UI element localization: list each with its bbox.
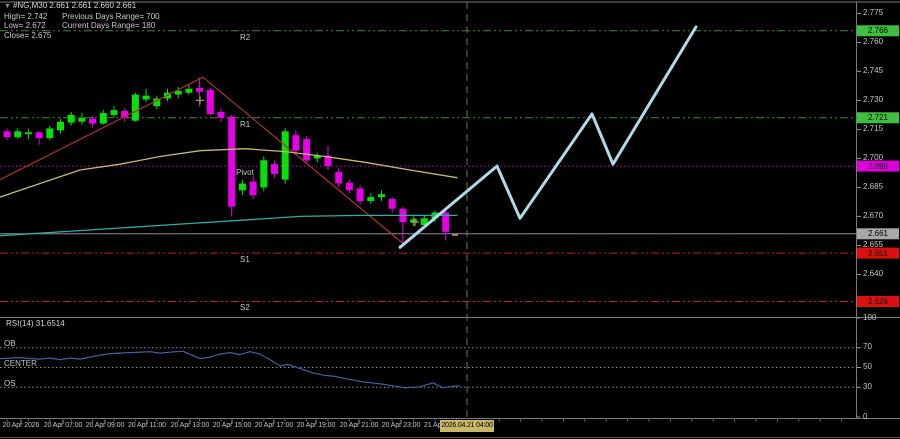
time-tick-label: 20 Apr 23:00 <box>381 421 421 429</box>
rsi-tick-label: 70 <box>863 342 872 352</box>
price-tick-label: 2.745 <box>863 65 884 75</box>
high-range-line: High= 2.742 Previous Days Range= 700 <box>4 12 160 22</box>
price-tick-label: 2.640 <box>863 268 884 278</box>
chart-info-overlay: ▼ #NG,M30 2.661 2.661 2.660 2.661 High= 2… <box>4 1 160 40</box>
rsi-tick-label: 30 <box>863 381 872 391</box>
close-line: Close= 2.675 <box>4 31 160 41</box>
price-tick-label: 2.670 <box>863 210 884 220</box>
curr-range-value: Current Days Range= 180 <box>62 21 156 30</box>
time-tick-label-clipped: 21 Ap <box>424 421 442 429</box>
chart-canvas[interactable] <box>0 0 900 439</box>
rsi-indicator-label: RSI(14) 31.6514 <box>6 319 65 328</box>
symbol-quote-text: #NG,M30 2.661 2.661 2.660 2.661 <box>12 1 137 10</box>
price-tick-label: 2.715 <box>863 123 884 133</box>
price-axis[interactable]: 2.775 2.760 2.745 2.730 2.715 2.700 2.685 2.670… <box>856 0 900 421</box>
time-cursor-label: 2026.04.21 04:00 <box>440 420 494 432</box>
prev-range-value: Previous Days Range= 700 <box>62 11 160 21</box>
price-badge-R2: 2.766 <box>867 26 889 36</box>
rsi-tick-label: 100 <box>863 312 877 322</box>
panel-divider[interactable] <box>0 314 856 322</box>
price-badge-bid: 2.661 <box>867 229 889 239</box>
low-value: Low= 2.672 <box>4 21 46 30</box>
price-badge-S2: 2.626 <box>867 296 889 306</box>
price-tick-label: 2.685 <box>863 181 884 191</box>
quote-line: ▼ #NG,M30 2.661 2.661 2.660 2.661 <box>4 1 160 12</box>
symbol-dropdown-icon[interactable]: ▼ <box>4 3 11 10</box>
price-tick-label: 2.760 <box>863 36 884 46</box>
price-tick-label: 2.730 <box>863 94 884 104</box>
high-value: High= 2.742 <box>4 11 48 21</box>
price-tick-label: 2.775 <box>863 7 884 17</box>
price-badge-R1: 2.721 <box>867 113 889 123</box>
price-badge-Pivot: 2.696 <box>867 161 889 171</box>
close-value: Close= 2.675 <box>4 30 52 40</box>
mt4-chart-window: ▼ #NG,M30 2.661 2.661 2.660 2.661 High= 2… <box>0 0 900 439</box>
price-badge-S1: 2.651 <box>867 248 889 258</box>
rsi-tick-label: 50 <box>863 362 872 371</box>
low-range-line: Low= 2.672 Current Days Range= 180 <box>4 21 160 31</box>
